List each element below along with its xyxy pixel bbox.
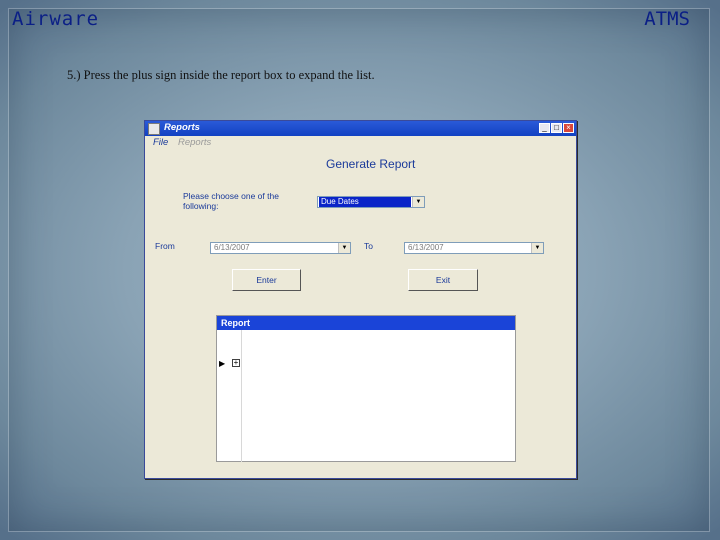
form-title: Generate Report — [326, 157, 416, 171]
reports-window: Reports _ □ × File Reports Generate Repo… — [144, 120, 577, 479]
from-label: From — [155, 241, 175, 251]
row-selector-column: ▶ + — [217, 330, 242, 462]
instruction-text: 5.) Press the plus sign inside the repor… — [67, 68, 375, 82]
exit-button[interactable]: Exit — [408, 269, 478, 291]
from-date-value: 6/13/2007 — [214, 243, 250, 252]
window-titlebar[interactable]: Reports _ □ × — [145, 121, 576, 136]
to-label: To — [364, 241, 373, 251]
chevron-down-icon[interactable]: ▼ — [531, 243, 543, 253]
report-type-select[interactable]: Due Dates ▼ — [317, 196, 425, 208]
header-atms: ATMS — [644, 8, 690, 30]
expand-plus-icon[interactable]: + — [232, 359, 240, 367]
report-header: Report — [217, 316, 515, 330]
from-date-picker[interactable]: 6/13/2007 ▼ — [210, 242, 351, 254]
app-icon — [148, 123, 160, 135]
close-button[interactable]: × — [563, 123, 574, 133]
minimize-button[interactable]: _ — [539, 123, 550, 133]
menu-bar: File Reports — [145, 136, 576, 149]
menu-file[interactable]: File — [153, 137, 168, 148]
chevron-down-icon[interactable]: ▼ — [412, 197, 424, 207]
menu-reports[interactable]: Reports — [178, 137, 211, 148]
report-type-label: Please choose one of the following: — [183, 191, 279, 211]
maximize-button[interactable]: □ — [551, 123, 562, 133]
window-title: Reports — [164, 122, 200, 133]
report-type-value: Due Dates — [319, 197, 411, 207]
to-date-picker[interactable]: 6/13/2007 ▼ — [404, 242, 544, 254]
header-airware: Airware — [12, 8, 100, 30]
report-grid[interactable]: Report ▶ + — [216, 315, 516, 462]
to-date-value: 6/13/2007 — [408, 243, 444, 252]
enter-button[interactable]: Enter — [232, 269, 301, 291]
row-pointer-icon: ▶ — [219, 359, 226, 368]
chevron-down-icon[interactable]: ▼ — [338, 243, 350, 253]
